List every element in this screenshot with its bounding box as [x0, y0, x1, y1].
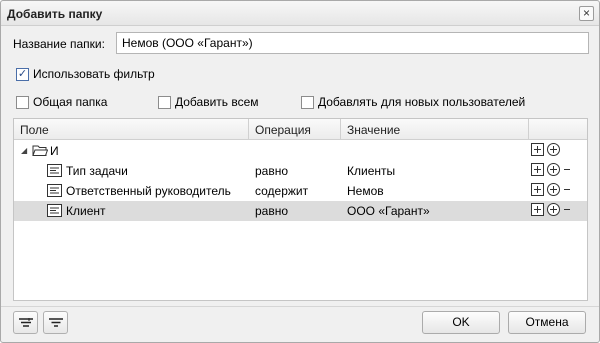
condition-icon	[47, 164, 62, 180]
remove-icon[interactable]	[563, 163, 572, 176]
use-filter-checkbox[interactable]: ✓ Использовать фильтр	[16, 67, 155, 81]
add-for-new-users-checkbox[interactable]: Добавлять для новых пользователей	[301, 95, 525, 109]
folder-open-icon	[32, 144, 49, 160]
group-operator-label: И	[50, 144, 59, 158]
table-row[interactable]: Ответственный руководитель содержит Немо…	[14, 181, 587, 201]
grid-header: Поле Операция Значение	[14, 119, 587, 140]
footer-divider	[1, 306, 599, 307]
folder-name-row: Название папки:	[13, 32, 591, 54]
checkbox-icon	[301, 95, 314, 109]
remove-icon[interactable]	[563, 203, 572, 216]
add-group-icon[interactable]	[531, 203, 544, 216]
add-to-all-checkbox[interactable]: Добавить всем	[158, 95, 259, 109]
use-filter-label: Использовать фильтр	[33, 67, 155, 81]
row-operation: равно	[255, 164, 289, 178]
filter-button[interactable]	[43, 311, 68, 334]
table-row-selected[interactable]: Клиент равно ООО «Гарант»	[14, 201, 587, 221]
row-field: Тип задачи	[66, 164, 128, 178]
checkbox-icon	[16, 95, 29, 109]
add-condition-icon[interactable]	[547, 163, 560, 176]
dialog-titlebar[interactable]: Добавить папку ×	[1, 1, 599, 26]
ok-button[interactable]: OK	[422, 311, 500, 334]
row-actions	[531, 163, 575, 176]
row-value: Клиенты	[347, 164, 396, 178]
shared-folder-label: Общая папка	[33, 95, 108, 109]
row-operation: содержит	[255, 184, 309, 198]
checkbox-checked-icon: ✓	[16, 67, 29, 81]
column-header-actions	[529, 119, 587, 140]
column-header-field[interactable]: Поле	[14, 119, 249, 140]
tree-expand-icon[interactable]: ◢	[21, 146, 27, 155]
add-for-new-users-label: Добавлять для новых пользователей	[318, 95, 526, 109]
filter-icon	[48, 317, 64, 332]
dialog-title: Добавить папку	[7, 7, 103, 21]
column-header-operation[interactable]: Операция	[249, 119, 341, 140]
row-operation: равно	[255, 204, 289, 218]
shared-folder-checkbox[interactable]: Общая папка	[16, 95, 107, 109]
row-field: Клиент	[66, 204, 106, 218]
add-to-all-label: Добавить всем	[175, 95, 259, 109]
close-icon: ×	[582, 6, 590, 20]
row-actions	[531, 143, 563, 156]
filter-settings-button[interactable]	[13, 311, 38, 334]
remove-icon[interactable]	[563, 183, 572, 196]
row-actions	[531, 183, 575, 196]
add-folder-dialog: Добавить папку × Название папки: ✓ Испол…	[0, 0, 600, 343]
add-group-icon[interactable]	[531, 163, 544, 176]
add-condition-icon[interactable]	[547, 143, 560, 156]
row-value: Немов	[347, 184, 384, 198]
filter-grid: Поле Операция Значение ◢ И Тип задачи ра…	[13, 118, 588, 301]
add-group-icon[interactable]	[531, 183, 544, 196]
condition-icon	[47, 184, 62, 200]
checkbox-icon	[158, 95, 171, 109]
folder-name-input[interactable]	[116, 32, 589, 54]
cancel-button[interactable]: Отмена	[508, 311, 586, 334]
filter-lines-icon	[18, 317, 34, 332]
folder-name-label: Название папки:	[13, 37, 105, 51]
row-actions	[531, 203, 575, 216]
row-value: ООО «Гарант»	[347, 204, 430, 218]
add-group-icon[interactable]	[531, 143, 544, 156]
condition-icon	[47, 204, 62, 220]
close-button[interactable]: ×	[579, 6, 594, 21]
group-row[interactable]: ◢ И	[14, 141, 587, 161]
row-field: Ответственный руководитель	[66, 184, 231, 198]
column-header-value[interactable]: Значение	[341, 119, 529, 140]
table-row[interactable]: Тип задачи равно Клиенты	[14, 161, 587, 181]
add-condition-icon[interactable]	[547, 183, 560, 196]
add-condition-icon[interactable]	[547, 203, 560, 216]
